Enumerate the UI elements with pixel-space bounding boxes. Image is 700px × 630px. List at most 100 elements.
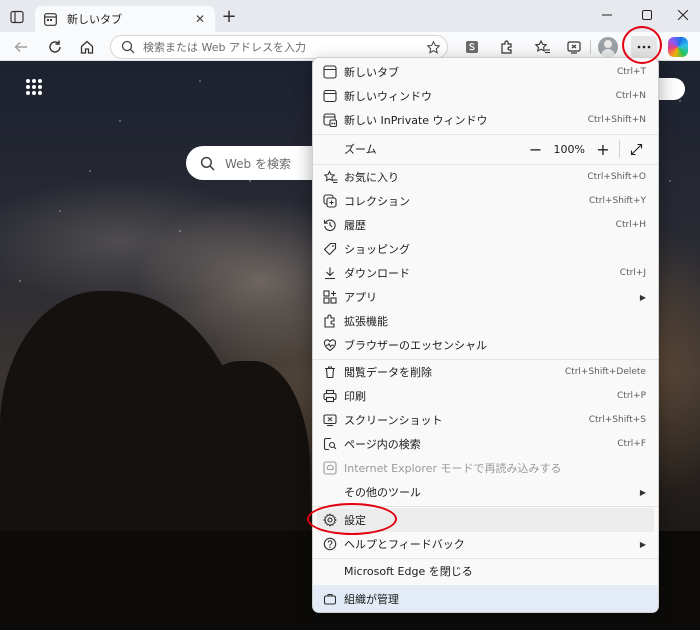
menu-item-label: Microsoft Edge を閉じる	[344, 565, 473, 578]
add-favorite-star-icon[interactable]	[425, 39, 441, 55]
close-window-icon[interactable]	[670, 6, 696, 24]
menu-item-clear-browsing-data[interactable]: 閲覧データを削除 Ctrl+Shift+Delete	[313, 360, 658, 384]
menu-item-reload-ie-mode: Internet Explorer モードで再読み込みする	[313, 456, 658, 480]
menu-item-new-inprivate-window[interactable]: 新しい InPrivate ウィンドウ Ctrl+Shift+N	[313, 108, 658, 132]
maximize-icon[interactable]	[634, 6, 660, 24]
menu-item-new-window[interactable]: 新しいウィンドウ Ctrl+N	[313, 84, 658, 108]
submenu-arrow-icon: ▶	[639, 292, 646, 302]
web-search-box[interactable]: Web を検索	[186, 146, 326, 180]
toolbar-divider	[590, 40, 591, 54]
menu-item-shortcut: Ctrl+Shift+S	[588, 415, 646, 425]
menu-item-browser-essentials[interactable]: ブラウザーのエッセンシャル	[313, 333, 658, 357]
menu-item-label: 設定	[344, 514, 366, 527]
essentials-heart-icon	[322, 337, 338, 353]
menu-divider	[313, 134, 658, 135]
menu-item-apps[interactable]: アプリ ▶	[313, 285, 658, 309]
zoom-control: − 100% +	[526, 139, 646, 159]
favorites-toolbar-icon[interactable]	[531, 36, 553, 58]
page-settings-button[interactable]	[655, 78, 685, 100]
screenshot-icon	[322, 412, 338, 428]
help-icon	[322, 536, 338, 552]
screenshot-toolbar-icon[interactable]	[563, 36, 585, 58]
profile-avatar[interactable]	[598, 37, 618, 57]
submenu-arrow-icon: ▶	[639, 487, 646, 497]
apps-icon	[322, 289, 338, 305]
search-icon	[121, 40, 135, 54]
address-bar[interactable]	[110, 35, 448, 59]
menu-item-label: ブラウザーのエッセンシャル	[344, 339, 487, 352]
search-icon	[200, 156, 215, 170]
menu-item-extensions[interactable]: 拡張機能	[313, 309, 658, 333]
web-search-placeholder: Web を検索	[225, 156, 291, 171]
menu-item-label: コレクション	[344, 195, 410, 208]
collections-icon	[322, 193, 338, 209]
zoom-out-button[interactable]: −	[526, 139, 546, 159]
menu-item-label: ダウンロード	[344, 267, 410, 280]
menu-item-shortcut: Ctrl+Shift+N	[587, 115, 646, 125]
zoom-divider	[619, 140, 620, 158]
favorites-icon	[322, 169, 338, 185]
menu-item-shortcut: Ctrl+P	[617, 391, 646, 401]
new-tab-button[interactable]: +	[220, 8, 238, 26]
zoom-in-button[interactable]: +	[593, 139, 613, 159]
address-input[interactable]	[143, 40, 413, 54]
ie-mode-icon	[322, 460, 338, 476]
menu-item-history[interactable]: 履歴 Ctrl+H	[313, 213, 658, 237]
tab-strip: 新しいタブ ✕ +	[0, 0, 700, 32]
menu-item-label: ズーム	[344, 143, 377, 156]
more-dots-icon	[637, 45, 651, 49]
printer-icon	[322, 388, 338, 404]
tab-title: 新しいタブ	[67, 13, 122, 26]
menu-item-label: 拡張機能	[344, 315, 388, 328]
menu-item-shortcut: Ctrl+F	[617, 439, 646, 449]
shopping-tag-icon	[322, 241, 338, 257]
copilot-icon[interactable]	[668, 37, 688, 57]
menu-item-print[interactable]: 印刷 Ctrl+P	[313, 384, 658, 408]
tab-actions-button[interactable]	[6, 7, 28, 27]
back-arrow-icon[interactable]	[10, 36, 32, 58]
submenu-arrow-icon: ▶	[639, 539, 646, 549]
new-window-icon	[322, 88, 338, 104]
menu-item-shortcut: Ctrl+Shift+Y	[588, 196, 646, 206]
menu-item-downloads[interactable]: ダウンロード Ctrl+J	[313, 261, 658, 285]
minimize-icon[interactable]	[594, 6, 620, 24]
inprivate-icon	[322, 112, 338, 128]
menu-item-find-on-page[interactable]: ページ内の検索 Ctrl+F	[313, 432, 658, 456]
more-tools-spacer	[322, 484, 338, 500]
menu-item-new-tab[interactable]: 新しいタブ Ctrl+T	[313, 60, 658, 84]
fullscreen-expand-icon[interactable]	[626, 139, 646, 159]
menu-item-label: 履歴	[344, 219, 366, 232]
menu-item-more-tools[interactable]: その他のツール ▶	[313, 480, 658, 504]
menu-item-shortcut: Ctrl+H	[615, 220, 646, 230]
menu-item-collections[interactable]: コレクション Ctrl+Shift+Y	[313, 189, 658, 213]
menu-item-label: 組織が管理	[344, 592, 399, 606]
extensions-puzzle-icon[interactable]	[496, 36, 518, 58]
briefcase-icon	[322, 591, 338, 607]
menu-item-label: 新しいウィンドウ	[344, 90, 432, 103]
menu-item-label: スクリーンショット	[344, 414, 443, 427]
menu-item-label: 閲覧データを削除	[344, 366, 432, 379]
menu-item-help-and-feedback[interactable]: ヘルプとフィードバック ▶	[313, 532, 658, 556]
menu-item-label: ヘルプとフィードバック	[344, 538, 465, 551]
menu-item-shopping[interactable]: ショッピング	[313, 237, 658, 261]
apps-launcher-icon[interactable]	[26, 79, 42, 95]
menu-item-label: 新しい InPrivate ウィンドウ	[344, 114, 488, 127]
menu-item-favorites[interactable]: お気に入り Ctrl+Shift+O	[313, 165, 658, 189]
gear-icon	[322, 512, 338, 528]
menu-item-settings[interactable]: 設定	[317, 508, 654, 532]
menu-item-label: アプリ	[344, 291, 377, 304]
menu-divider	[313, 506, 658, 507]
sidebar-extension-icon[interactable]	[461, 36, 483, 58]
history-icon	[322, 217, 338, 233]
home-icon[interactable]	[76, 36, 98, 58]
tab-close-icon[interactable]: ✕	[191, 10, 209, 28]
refresh-icon[interactable]	[44, 36, 66, 58]
settings-and-more-button[interactable]	[631, 36, 657, 58]
active-tab[interactable]: 新しいタブ ✕	[35, 6, 215, 32]
download-icon	[322, 265, 338, 281]
menu-item-close-edge[interactable]: Microsoft Edge を閉じる	[313, 559, 658, 583]
tab-actions-icon	[10, 10, 24, 24]
menu-item-screenshot[interactable]: スクリーンショット Ctrl+Shift+S	[313, 408, 658, 432]
menu-item-managed-by-organization[interactable]: 組織が管理	[313, 585, 658, 612]
menu-item-label: Internet Explorer モードで再読み込みする	[344, 462, 562, 475]
